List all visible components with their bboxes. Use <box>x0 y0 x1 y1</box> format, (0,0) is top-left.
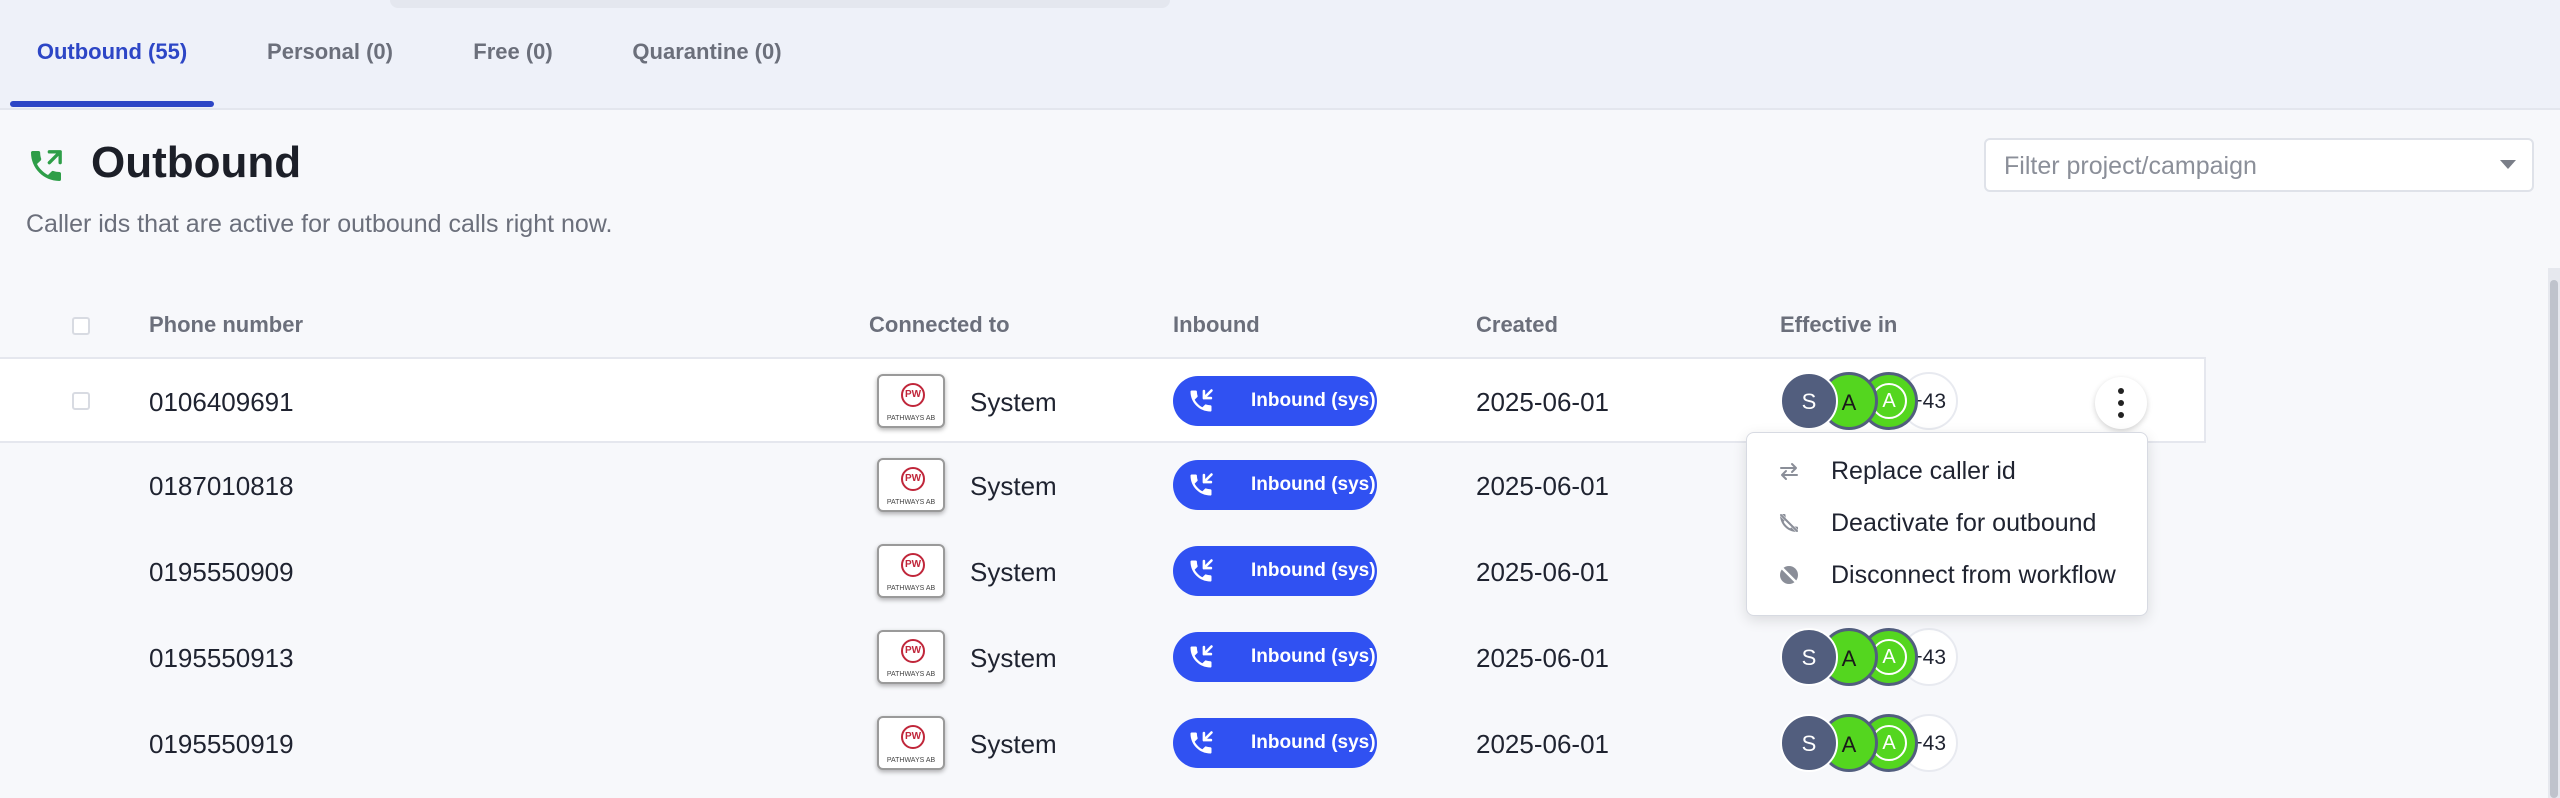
table-row[interactable]: 0106409691 PW PATHWAYS AB System Inbound … <box>0 357 2206 443</box>
active-tab-indicator <box>10 101 214 107</box>
filter-project-campaign[interactable] <box>1984 138 2534 192</box>
created-date: 2025-06-01 <box>1476 729 1609 759</box>
table-row[interactable]: 0195550913 PW PATHWAYS AB System Inbound … <box>0 615 2206 701</box>
avatar[interactable]: S <box>1780 372 1838 430</box>
connected-to: System <box>970 643 1057 673</box>
row-checkbox[interactable] <box>72 392 90 410</box>
logo-caption: PATHWAYS AB <box>886 757 936 764</box>
phone-incoming-icon <box>1190 731 1213 754</box>
company-logo: PW PATHWAYS AB <box>877 630 945 684</box>
effective-in-avatars[interactable]: +43 A A S <box>1780 628 1960 690</box>
phone-incoming-icon <box>1190 645 1213 668</box>
phone-number: 0195550919 <box>149 729 294 759</box>
disconnect-icon <box>1780 566 1798 584</box>
inbound-badge[interactable]: Inbound (sys) <box>1173 460 1377 510</box>
column-header-effective[interactable]: Effective in <box>1780 312 1897 338</box>
column-header-phone[interactable]: Phone number <box>149 312 303 338</box>
logo-mark: PW <box>901 553 925 577</box>
company-logo: PW PATHWAYS AB <box>877 458 945 512</box>
page-title: Outbound <box>91 138 302 187</box>
avatar[interactable]: S <box>1780 628 1838 686</box>
connected-to: System <box>970 729 1057 759</box>
effective-in-avatars[interactable]: +43 A A S <box>1780 714 1960 776</box>
phone-incoming-icon <box>1190 559 1213 582</box>
inbound-label: Inbound (sys) <box>1251 646 1376 667</box>
inbound-label: Inbound (sys) <box>1251 732 1376 753</box>
select-all-checkbox[interactable] <box>72 317 90 335</box>
filter-input[interactable] <box>1986 140 2486 192</box>
logo-caption: PATHWAYS AB <box>886 585 936 592</box>
created-date: 2025-06-01 <box>1476 471 1609 501</box>
created-date: 2025-06-01 <box>1476 387 1609 417</box>
inbound-label: Inbound (sys) <box>1251 560 1376 581</box>
logo-mark: PW <box>901 383 925 407</box>
column-header-connected[interactable]: Connected to <box>869 312 1010 338</box>
phone-number: 0106409691 <box>149 387 294 417</box>
phone-incoming-icon <box>1190 473 1213 496</box>
created-date: 2025-06-01 <box>1476 557 1609 587</box>
column-header-created[interactable]: Created <box>1476 312 1558 338</box>
logo-mark: PW <box>901 467 925 491</box>
effective-in-avatars[interactable]: +43 A A S <box>1780 372 1960 434</box>
tab-quarantine[interactable]: Quarantine (0) <box>622 0 792 104</box>
inbound-badge[interactable]: Inbound (sys) <box>1173 546 1377 596</box>
created-date: 2025-06-01 <box>1476 643 1609 673</box>
company-logo: PW PATHWAYS AB <box>877 544 945 598</box>
logo-caption: PATHWAYS AB <box>886 671 936 678</box>
menu-item-replace-caller-id[interactable]: Replace caller id <box>1747 445 2147 497</box>
phone-incoming-icon <box>1190 389 1213 412</box>
table-row[interactable]: 0195550919 PW PATHWAYS AB System Inbound … <box>0 701 2206 787</box>
logo-caption: PATHWAYS AB <box>886 499 936 506</box>
more-actions-button[interactable] <box>2095 377 2147 429</box>
inbound-label: Inbound (sys) <box>1251 390 1376 411</box>
avatar[interactable]: S <box>1780 714 1838 772</box>
company-logo: PW PATHWAYS AB <box>877 374 945 428</box>
inbound-badge[interactable]: Inbound (sys) <box>1173 632 1377 682</box>
scrollbar-thumb[interactable] <box>2550 280 2558 798</box>
tab-free[interactable]: Free (0) <box>458 0 568 104</box>
inbound-badge[interactable]: Inbound (sys) <box>1173 376 1377 426</box>
tab-personal[interactable]: Personal (0) <box>250 0 410 104</box>
company-logo: PW PATHWAYS AB <box>877 716 945 770</box>
logo-mark: PW <box>901 639 925 663</box>
phone-number: 0195550909 <box>149 557 294 587</box>
connected-to: System <box>970 471 1057 501</box>
menu-item-deactivate-outbound[interactable]: Deactivate for outbound <box>1747 497 2147 549</box>
phone-number: 0195550913 <box>149 643 294 673</box>
phone-outgoing-icon <box>31 150 62 181</box>
page-subtitle: Caller ids that are active for outbound … <box>26 210 613 238</box>
inbound-label: Inbound (sys) <box>1251 474 1376 495</box>
connected-to: System <box>970 557 1057 587</box>
chevron-down-icon[interactable] <box>2500 160 2516 169</box>
row-actions-menu: Replace caller id Deactivate for outboun… <box>1746 432 2148 616</box>
logo-mark: PW <box>901 725 925 749</box>
tab-bar: Outbound (55) Personal (0) Free (0) Quar… <box>0 0 2560 110</box>
column-header-inbound[interactable]: Inbound <box>1173 312 1260 338</box>
inbound-badge[interactable]: Inbound (sys) <box>1173 718 1377 768</box>
phone-number: 0187010818 <box>149 471 294 501</box>
tab-outbound[interactable]: Outbound (55) <box>10 0 214 104</box>
logo-caption: PATHWAYS AB <box>886 415 936 422</box>
connected-to: System <box>970 387 1057 417</box>
swap-icon <box>1780 463 1798 480</box>
phone-off-icon <box>1778 512 1800 534</box>
menu-item-disconnect-workflow[interactable]: Disconnect from workflow <box>1747 549 2147 601</box>
